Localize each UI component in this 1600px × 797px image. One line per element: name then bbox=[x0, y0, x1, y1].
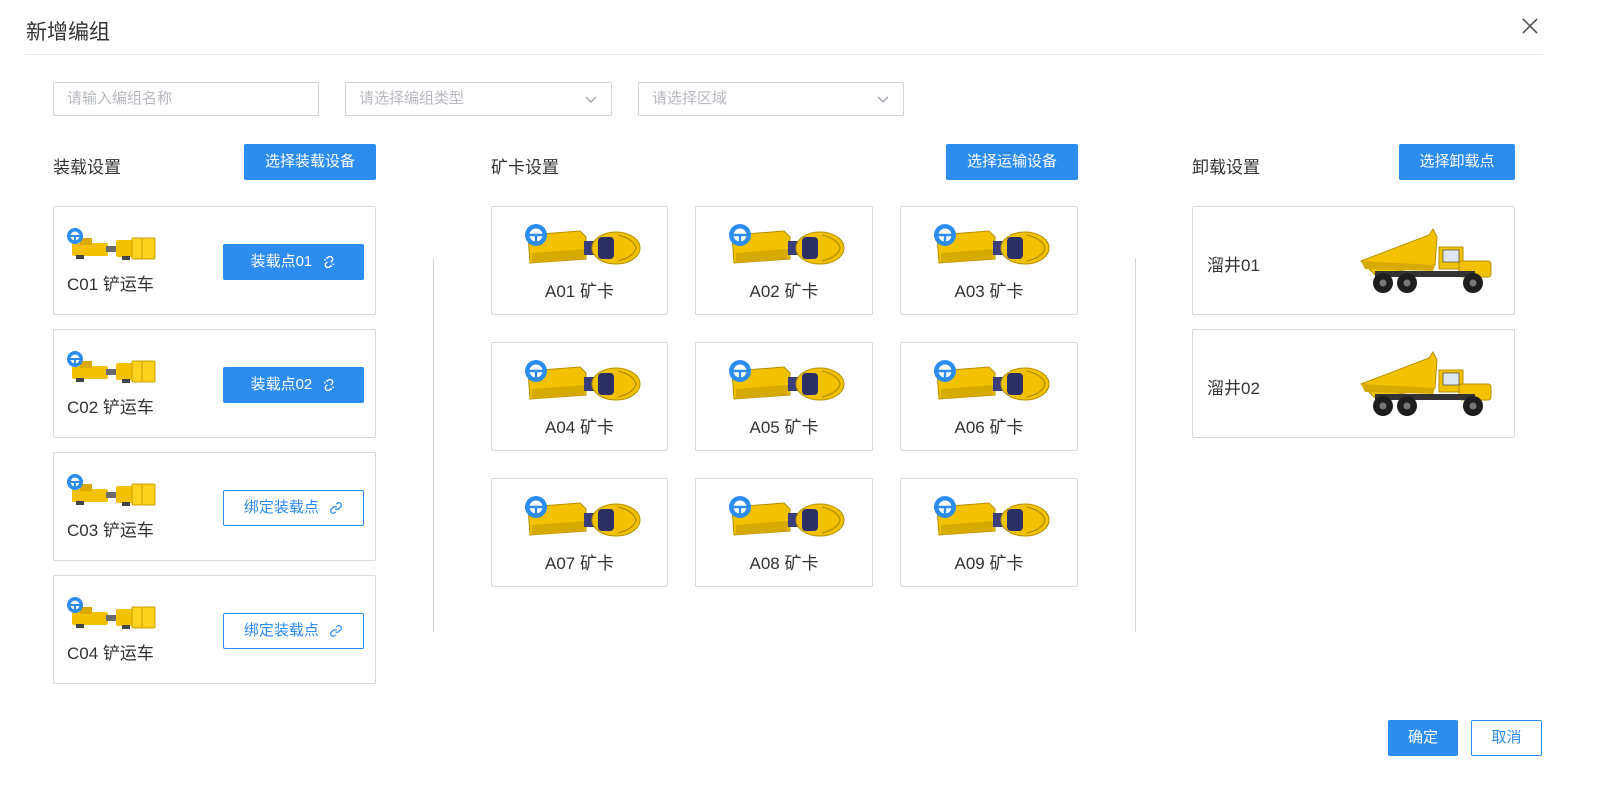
link-icon bbox=[330, 502, 342, 514]
truck-card[interactable]: A07 矿卡 bbox=[491, 478, 668, 587]
truck-card[interactable]: A06 矿卡 bbox=[900, 342, 1078, 451]
truck-card[interactable]: A03 矿卡 bbox=[900, 206, 1078, 315]
unlink-icon bbox=[324, 255, 335, 269]
truck-name: A05 矿卡 bbox=[749, 418, 819, 437]
truck-name: A03 矿卡 bbox=[954, 282, 1024, 301]
mining-truck-icon bbox=[934, 360, 1050, 401]
unlink-icon-wrapper bbox=[312, 376, 336, 393]
truck-name: A07 矿卡 bbox=[545, 554, 614, 573]
bind-loading-point-button[interactable]: 绑定装载点 bbox=[223, 490, 364, 526]
truck-name: A08 矿卡 bbox=[749, 554, 819, 573]
loading-section-title: 装载设置 bbox=[53, 158, 121, 177]
chevron-down-icon bbox=[585, 96, 597, 103]
area-placeholder: 请选择区域 bbox=[652, 90, 728, 107]
dump-truck-icon bbox=[1360, 351, 1492, 416]
truck-pic-wrapper bbox=[524, 223, 642, 276]
mining-truck-icon bbox=[729, 496, 845, 537]
select-transport-device-button[interactable]: 选择运输设备 bbox=[946, 144, 1078, 180]
loader-pic-wrapper bbox=[66, 350, 158, 397]
unlink-icon bbox=[324, 378, 335, 392]
truck-card[interactable]: A08 矿卡 bbox=[695, 478, 873, 587]
unload-point-card[interactable]: 溜井02 bbox=[1192, 329, 1515, 438]
mining-truck-icon bbox=[934, 224, 1050, 265]
loading-point-label: 装载点01 bbox=[250, 253, 313, 270]
truck-pic-wrapper bbox=[933, 223, 1051, 276]
dump-truck-icon bbox=[1360, 228, 1492, 293]
unloading-section-title: 卸载设置 bbox=[1192, 158, 1260, 177]
group-type-placeholder: 请选择编组类型 bbox=[359, 90, 465, 107]
select-unload-point-button[interactable]: 选择卸载点 bbox=[1399, 144, 1515, 180]
close-icon[interactable] bbox=[1518, 14, 1542, 38]
truck-card[interactable]: A04 矿卡 bbox=[491, 342, 668, 451]
dialog-title: 新增编组 bbox=[26, 21, 110, 44]
truck-name: A02 矿卡 bbox=[749, 282, 819, 301]
loader-name: C01 铲运车 bbox=[67, 275, 154, 294]
truck-pic-wrapper bbox=[524, 359, 642, 412]
truck-card[interactable]: A05 矿卡 bbox=[695, 342, 873, 451]
mining-truck-icon bbox=[525, 224, 641, 265]
truck-pic-wrapper bbox=[524, 495, 642, 548]
area-select[interactable]: 请选择区域 bbox=[638, 82, 904, 116]
unload-point-name: 溜井02 bbox=[1207, 379, 1260, 398]
mining-truck-icon bbox=[729, 224, 845, 265]
loading-point-label: 装载点02 bbox=[250, 376, 313, 393]
unload-point-name: 溜井01 bbox=[1207, 256, 1260, 275]
loader-pic-wrapper bbox=[66, 596, 158, 643]
loader-vehicle-icon bbox=[67, 474, 156, 506]
truck-card[interactable]: A09 矿卡 bbox=[900, 478, 1078, 587]
truck-pic-wrapper bbox=[933, 495, 1051, 548]
loader-name: C02 铲运车 bbox=[67, 398, 154, 417]
bind-loading-point-label: 绑定装载点 bbox=[243, 622, 319, 639]
unload-point-card[interactable]: 溜井01 bbox=[1192, 206, 1515, 315]
truck-name: A09 矿卡 bbox=[954, 554, 1024, 573]
unlink-icon-wrapper bbox=[312, 253, 336, 270]
chevron-down-icon bbox=[877, 96, 889, 103]
loader-name: C03 铲运车 bbox=[67, 521, 154, 540]
truck-pic-wrapper bbox=[728, 223, 846, 276]
loading-point-button[interactable]: 装载点01 bbox=[223, 244, 364, 280]
group-type-select[interactable]: 请选择编组类型 bbox=[345, 82, 612, 116]
loader-card[interactable]: C04 铲运车 绑定装载点 bbox=[53, 575, 376, 684]
loader-vehicle-icon bbox=[67, 597, 156, 629]
header-divider bbox=[26, 54, 1542, 55]
truck-card[interactable]: A02 矿卡 bbox=[695, 206, 873, 315]
truck-section-title: 矿卡设置 bbox=[491, 158, 559, 177]
loader-card[interactable]: C03 铲运车 绑定装载点 bbox=[53, 452, 376, 561]
column-divider bbox=[1135, 258, 1136, 632]
truck-name: A01 矿卡 bbox=[545, 282, 614, 301]
loader-pic-wrapper bbox=[66, 227, 158, 274]
truck-card[interactable]: A01 矿卡 bbox=[491, 206, 668, 315]
loader-vehicle-icon bbox=[67, 228, 156, 260]
loading-point-button[interactable]: 装载点02 bbox=[223, 367, 364, 403]
link-icon-wrapper bbox=[319, 622, 343, 639]
loader-card[interactable]: C01 铲运车 装载点01 bbox=[53, 206, 376, 315]
truck-pic-wrapper bbox=[933, 359, 1051, 412]
column-divider bbox=[433, 258, 434, 632]
truck-name: A04 矿卡 bbox=[545, 418, 614, 437]
loader-pic-wrapper bbox=[66, 473, 158, 520]
link-icon-wrapper bbox=[319, 499, 343, 516]
truck-name: A06 矿卡 bbox=[954, 418, 1024, 437]
confirm-button[interactable]: 确定 bbox=[1388, 720, 1458, 756]
loader-card[interactable]: C02 铲运车 装载点02 bbox=[53, 329, 376, 438]
bind-loading-point-button[interactable]: 绑定装载点 bbox=[223, 613, 364, 649]
mining-truck-icon bbox=[729, 360, 845, 401]
mining-truck-icon bbox=[525, 496, 641, 537]
bind-loading-point-label: 绑定装载点 bbox=[243, 499, 319, 516]
cancel-button[interactable]: 取消 bbox=[1471, 720, 1542, 756]
truck-pic-wrapper bbox=[728, 359, 846, 412]
group-name-input[interactable]: 请输入编组名称 bbox=[53, 82, 319, 116]
link-icon bbox=[330, 625, 342, 637]
group-name-placeholder: 请输入编组名称 bbox=[67, 90, 173, 107]
dump-pic-wrapper bbox=[1355, 348, 1495, 427]
mining-truck-icon bbox=[934, 496, 1050, 537]
mining-truck-icon bbox=[525, 360, 641, 401]
loader-vehicle-icon bbox=[67, 351, 156, 383]
dump-pic-wrapper bbox=[1355, 225, 1495, 304]
select-loading-device-button[interactable]: 选择装载设备 bbox=[244, 144, 376, 180]
truck-pic-wrapper bbox=[728, 495, 846, 548]
loader-name: C04 铲运车 bbox=[67, 644, 154, 663]
